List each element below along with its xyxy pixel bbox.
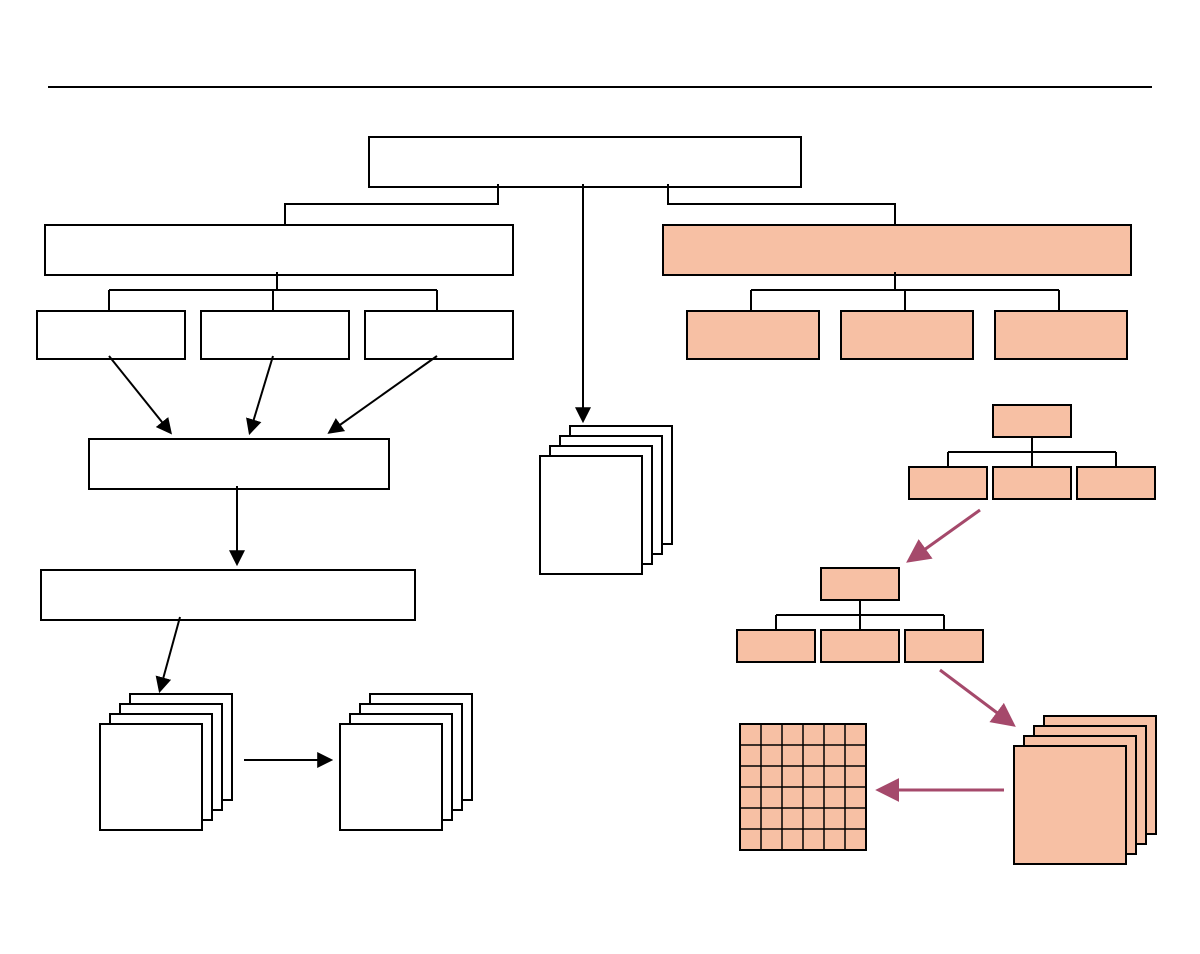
physical-tree-node bbox=[904, 629, 984, 663]
node-app-prototypes bbox=[40, 569, 416, 621]
node-business-model bbox=[368, 136, 802, 188]
node-process-model bbox=[44, 224, 514, 276]
logical-tree-node bbox=[1076, 466, 1156, 500]
physical-tree-node bbox=[736, 629, 816, 663]
node-process-1 bbox=[36, 310, 186, 360]
node-data-3 bbox=[994, 310, 1128, 360]
node-process-3 bbox=[364, 310, 514, 360]
logical-tree-node bbox=[992, 404, 1072, 438]
logical-tree-node bbox=[992, 466, 1072, 500]
physical-tree-node bbox=[820, 567, 900, 601]
node-data-model bbox=[662, 224, 1132, 276]
title-rule bbox=[48, 86, 1152, 88]
node-data-1 bbox=[686, 310, 820, 360]
node-process-2 bbox=[200, 310, 350, 360]
logical-tree-node bbox=[908, 466, 988, 500]
node-data-2 bbox=[840, 310, 974, 360]
physical-tree-node bbox=[820, 629, 900, 663]
node-pseudocode bbox=[88, 438, 390, 490]
